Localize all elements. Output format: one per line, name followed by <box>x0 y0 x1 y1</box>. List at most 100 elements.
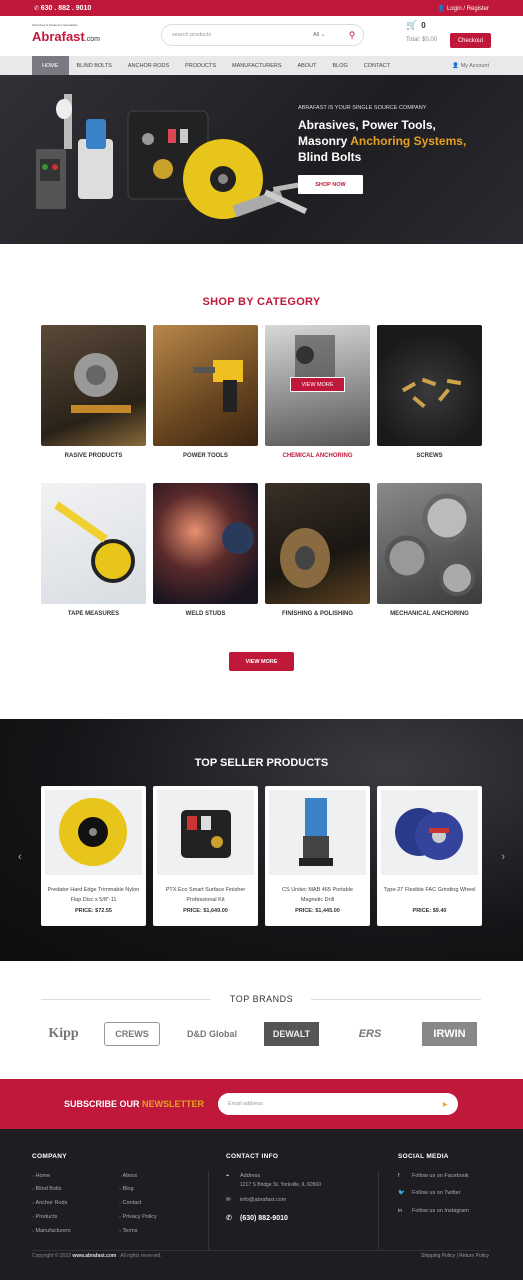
instagram-link[interactable]: in Follow us on Instagram <box>398 1208 469 1214</box>
hero-line-3: Blind Bolts <box>298 150 362 164</box>
category-title: SHOP BY CATEGORY <box>202 296 321 308</box>
search-category-select[interactable]: All ⌄ <box>313 32 341 38</box>
category-label[interactable]: TAPE MEASURES <box>41 611 146 617</box>
nav-home[interactable]: HOME <box>32 56 69 75</box>
address: ⌖ Address <box>226 1173 260 1180</box>
category-card-power-tools[interactable] <box>153 325 258 446</box>
nav-contact[interactable]: CONTACT <box>356 56 398 75</box>
logo-tagline: Abrasives & Fasteners Specialists <box>32 22 78 27</box>
copyright-text-a: Copyright © 2022 <box>32 1253 73 1259</box>
category-card-tape-measures[interactable] <box>41 483 146 604</box>
product-price: PRICE: $72.55 <box>41 908 146 914</box>
chevron-right-icon[interactable]: › <box>501 851 505 863</box>
logo[interactable]: Abrasives & Fasteners Specialists Abrafa… <box>32 23 152 44</box>
footer-link[interactable]: Terms <box>119 1228 138 1234</box>
email-text: info@abrafast.com <box>240 1197 287 1203</box>
newsletter-email-input[interactable]: Email address ➤ <box>218 1093 458 1115</box>
shop-now-button[interactable]: SHOP NOW <box>298 175 363 194</box>
search-input[interactable]: search products <box>162 32 313 38</box>
hero-heading: Abrasives, Power Tools, Masonry Anchorin… <box>298 117 498 165</box>
footer-link[interactable]: Blind Bolts <box>32 1186 62 1192</box>
facebook-link[interactable]: f Follow us on Facebook <box>398 1173 469 1179</box>
cart-count: 0 <box>421 21 426 30</box>
twitter-link[interactable]: 🐦 Follow us on Twitter <box>398 1190 461 1196</box>
footer-link[interactable]: Privacy Policy <box>119 1214 157 1220</box>
product-name[interactable]: CS Unitec MAB 465 Portable Magnetic Dril… <box>271 885 364 905</box>
category-label[interactable]: SCREWS <box>377 453 482 459</box>
checkout-button[interactable]: Checkout <box>450 33 491 48</box>
nav-blind-bolts[interactable]: BLIND BOLTS <box>69 56 120 75</box>
footer-link[interactable]: About <box>119 1173 137 1179</box>
brand-logo[interactable]: Kipp <box>41 1022 86 1046</box>
newsletter-label-b: NEWSLETTER <box>142 1099 205 1109</box>
price-label: PRICE: <box>183 908 202 914</box>
view-more-overlay-button[interactable]: VIEW MORE <box>290 377 345 392</box>
footer-link[interactable]: Blog <box>119 1186 134 1192</box>
product-name[interactable]: PTX Eco Smart Surface Finisher Professio… <box>159 885 252 905</box>
phone-number[interactable]: ✆ 630 . 882 . 9010 <box>34 5 91 12</box>
footer-link[interactable]: Home <box>32 1173 51 1179</box>
shipping-policy-link[interactable]: Shipping Policy <box>421 1253 455 1259</box>
category-card-weld-studs[interactable] <box>153 483 258 604</box>
category-image <box>384 493 475 596</box>
category-label[interactable]: CHEMICAL ANCHORING <box>265 453 370 459</box>
footer-link[interactable]: Products <box>32 1214 58 1220</box>
category-image <box>222 522 254 554</box>
hero-line-2b: Anchoring Systems, <box>350 134 467 148</box>
price-label: PRICE: <box>295 908 314 914</box>
linkedin-icon: in <box>398 1208 403 1214</box>
category-label[interactable]: POWER TOOLS <box>153 453 258 459</box>
phone-icon: ✆ <box>34 5 41 12</box>
divider <box>32 1250 491 1251</box>
view-more-button[interactable]: VIEW MORE <box>229 652 294 671</box>
copyright-site-link[interactable]: www.abrafast.com <box>72 1253 116 1259</box>
product-name[interactable]: Type-27 Flexible FAC Grinding Wheel <box>383 885 476 895</box>
product-card[interactable]: Type-27 Flexible FAC Grinding Wheel PRIC… <box>377 786 482 926</box>
nav-manufacturers[interactable]: MANUFACTURERS <box>224 56 290 75</box>
product-price: PRICE: $9.40 <box>377 908 482 914</box>
copyright: Copyright © 2022 www.abrafast.com . All … <box>32 1253 162 1259</box>
divider <box>378 1171 379 1251</box>
category-card-mechanical-anchoring[interactable] <box>377 483 482 604</box>
nav-blog[interactable]: BLOG <box>324 56 355 75</box>
category-card-chemical-anchoring[interactable]: VIEW MORE <box>265 325 370 446</box>
brand-logo[interactable]: IRWIN <box>422 1022 477 1046</box>
nav-about[interactable]: ABOUT <box>290 56 325 75</box>
product-card[interactable]: PTX Eco Smart Surface Finisher Professio… <box>153 786 258 926</box>
email[interactable]: ✉ info@abrafast.com <box>226 1197 286 1203</box>
logo-suffix: .com <box>84 35 100 43</box>
brand-logo[interactable]: ERS <box>341 1022 399 1046</box>
category-label[interactable]: MECHANICAL ANCHORING <box>377 611 482 617</box>
category-image <box>193 360 243 412</box>
my-account-link[interactable]: 👤 My Account <box>452 63 489 69</box>
phone-icon: ✆ <box>226 1215 232 1222</box>
product-card[interactable]: Predator Hard Edge Trimmable Nylon Flap … <box>41 786 146 926</box>
footer-link[interactable]: Manufacturers <box>32 1228 71 1234</box>
search-icon[interactable]: ⚲ <box>341 30 363 41</box>
nav-anchor-rods[interactable]: ANCHOR RODS <box>120 56 177 75</box>
login-register-link[interactable]: 👤 Login / Register <box>438 5 489 12</box>
category-label[interactable]: WELD STUDS <box>153 611 258 617</box>
category-label[interactable]: FINISHING & POLISHING <box>265 611 370 617</box>
footer-link[interactable]: Contact <box>119 1200 142 1206</box>
phone[interactable]: ✆ (630) 882-9010 <box>226 1214 288 1222</box>
chevron-left-icon[interactable]: ‹ <box>18 851 22 863</box>
footer-link[interactable]: Anchor Rods <box>32 1200 68 1206</box>
nav-products[interactable]: PRODUCTS <box>177 56 224 75</box>
brand-logo[interactable]: CREWS <box>104 1022 160 1046</box>
product-card[interactable]: CS Unitec MAB 465 Portable Magnetic Dril… <box>265 786 370 926</box>
category-card-screws[interactable] <box>377 325 482 446</box>
category-card-abrasive[interactable] <box>41 325 146 446</box>
send-icon[interactable]: ➤ <box>441 1100 448 1109</box>
return-policy-link[interactable]: Return Policy <box>459 1253 489 1259</box>
product-name[interactable]: Predator Hard Edge Trimmable Nylon Flap … <box>47 885 140 905</box>
hero-tools-image <box>36 94 309 219</box>
brand-logo[interactable]: D&D Global <box>183 1022 241 1046</box>
divider <box>208 1171 209 1251</box>
category-card-finishing-polishing[interactable] <box>265 483 370 604</box>
cart[interactable]: 🛒 0 Total: $0.00 <box>406 20 437 43</box>
brand-logo[interactable]: DEWALT <box>264 1022 319 1046</box>
policy-links: Shipping Policy | Return Policy <box>421 1253 489 1259</box>
category-label[interactable]: RASIVE PRODUCTS <box>41 453 146 459</box>
user-icon: 👤 <box>437 5 446 12</box>
